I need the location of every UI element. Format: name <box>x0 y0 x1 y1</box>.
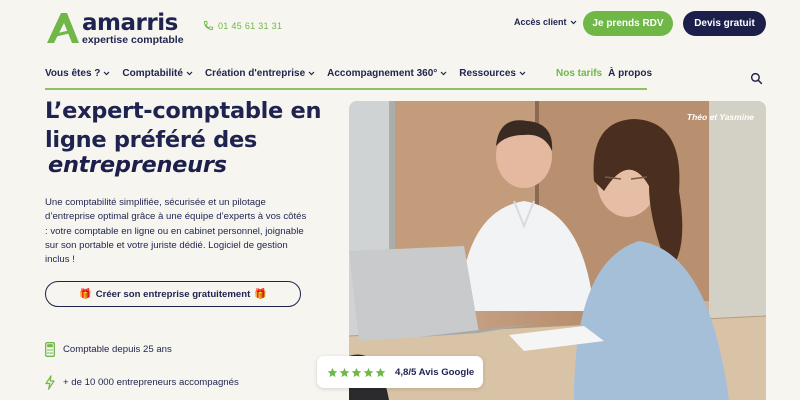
client-access-label: Accès client <box>514 17 567 27</box>
nav-divider <box>45 88 647 90</box>
logo-tagline: expertise comptable <box>82 34 184 46</box>
nav-item-label: Vous êtes ? <box>45 68 101 79</box>
nav-item-tarifs[interactable]: Nos tarifs <box>556 68 602 79</box>
star-icon <box>363 367 374 377</box>
logo[interactable]: amarris expertise comptable <box>45 10 185 46</box>
chevron-down-icon <box>186 71 193 76</box>
logo-mark-icon <box>47 13 79 43</box>
gift-icon: 🎁 <box>254 288 267 300</box>
chevron-down-icon <box>570 20 576 24</box>
star-icon <box>351 367 362 377</box>
lightning-icon <box>45 375 55 390</box>
phone-icon <box>203 20 214 31</box>
phone-number: 01 45 61 31 31 <box>218 20 283 31</box>
hero-title: L’expert-comptable en ligne préféré des <box>45 98 322 153</box>
main-nav: Vous êtes ? Comptabilité Création d'entr… <box>45 68 538 79</box>
nav-item-comptabilite[interactable]: Comptabilité <box>122 68 193 79</box>
google-rating-badge[interactable]: 4,8/5 Avis Google <box>317 356 483 388</box>
chevron-down-icon <box>519 71 526 76</box>
chevron-down-icon <box>440 71 447 76</box>
nav-item-creation[interactable]: Création d'entreprise <box>205 68 315 79</box>
hero-description: Une comptabilité simplifiée, sécurisée e… <box>45 197 307 266</box>
appointment-button[interactable]: Je prends RDV <box>583 11 673 36</box>
nav-item-label: Ressources <box>459 68 516 79</box>
chevron-down-icon <box>103 71 110 76</box>
nav-item-label: Comptabilité <box>122 68 183 79</box>
search-icon[interactable] <box>750 72 763 85</box>
feature-text: + de 10 000 entrepreneurs accompagnés <box>63 377 239 388</box>
chevron-down-icon <box>308 71 315 76</box>
feature-item: Comptable depuis 25 ans <box>45 342 172 357</box>
nav-item-label: Création d'entreprise <box>204 68 306 79</box>
nav-item-vous-etes[interactable]: Vous êtes ? <box>45 68 110 79</box>
nav-item-ressources[interactable]: Ressources <box>459 68 526 79</box>
gift-icon: 🎁 <box>79 288 92 300</box>
create-company-label: Créer son entreprise gratuitement <box>95 288 251 300</box>
nav-secondary: Nos tarifs À propos <box>556 68 652 79</box>
nav-item-apropos[interactable]: À propos <box>608 68 652 79</box>
star-icon <box>375 367 386 377</box>
quote-button[interactable]: Devis gratuit <box>683 11 766 36</box>
star-icon <box>339 367 350 377</box>
phone-link[interactable]: 01 45 61 31 31 <box>203 20 282 31</box>
star-icon <box>327 367 338 377</box>
logo-name: amarris <box>82 10 178 36</box>
client-access-dropdown[interactable]: Accès client <box>514 17 577 27</box>
hero-title-emphasis: entrepreneurs <box>48 152 227 178</box>
create-company-button[interactable]: 🎁 Créer son entreprise gratuitement 🎁 <box>45 281 301 307</box>
photo-caption: Théo et Yasmine <box>686 112 754 122</box>
calculator-icon <box>45 342 55 357</box>
rating-text: 4,8/5 Avis Google <box>395 366 475 378</box>
feature-text: Comptable depuis 25 ans <box>63 344 172 355</box>
nav-item-label: Accompagnement 360° <box>327 68 438 79</box>
feature-item: + de 10 000 entrepreneurs accompagnés <box>45 375 239 390</box>
rating-stars <box>327 367 386 378</box>
nav-item-accompagnement[interactable]: Accompagnement 360° <box>327 68 447 79</box>
